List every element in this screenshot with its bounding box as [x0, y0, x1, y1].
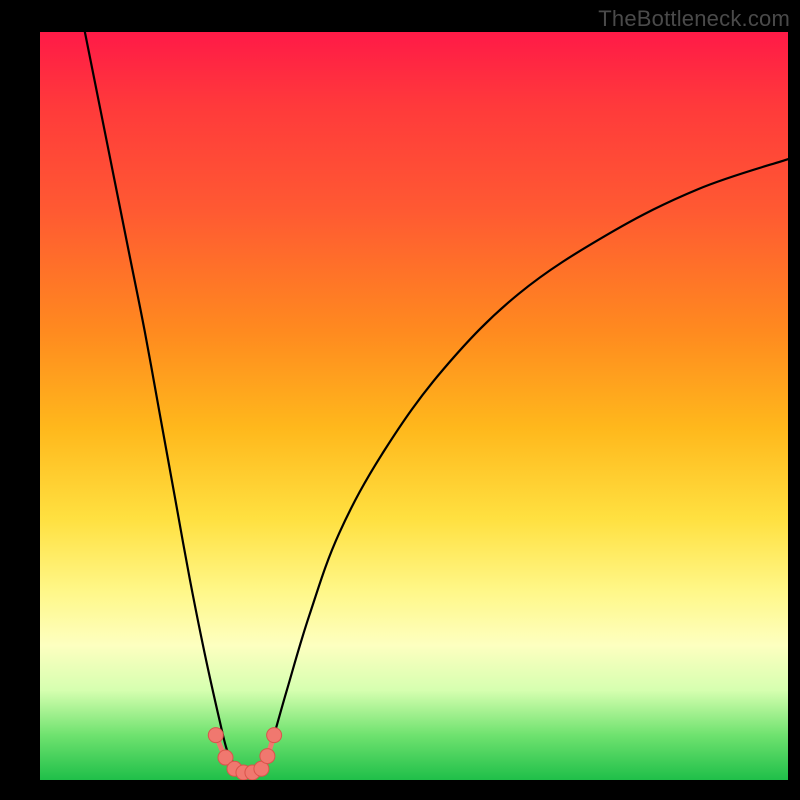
cluster-dot: [208, 728, 223, 743]
left-branch-curve: [85, 32, 235, 765]
bottom-cluster-markers: [208, 728, 281, 780]
cluster-dot: [267, 728, 282, 743]
watermark-text: TheBottleneck.com: [598, 6, 790, 32]
curve-layer: [40, 32, 788, 780]
cluster-dot: [260, 749, 275, 764]
right-branch-curve: [264, 159, 788, 765]
plot-area: [40, 32, 788, 780]
chart-frame: TheBottleneck.com: [0, 0, 800, 800]
